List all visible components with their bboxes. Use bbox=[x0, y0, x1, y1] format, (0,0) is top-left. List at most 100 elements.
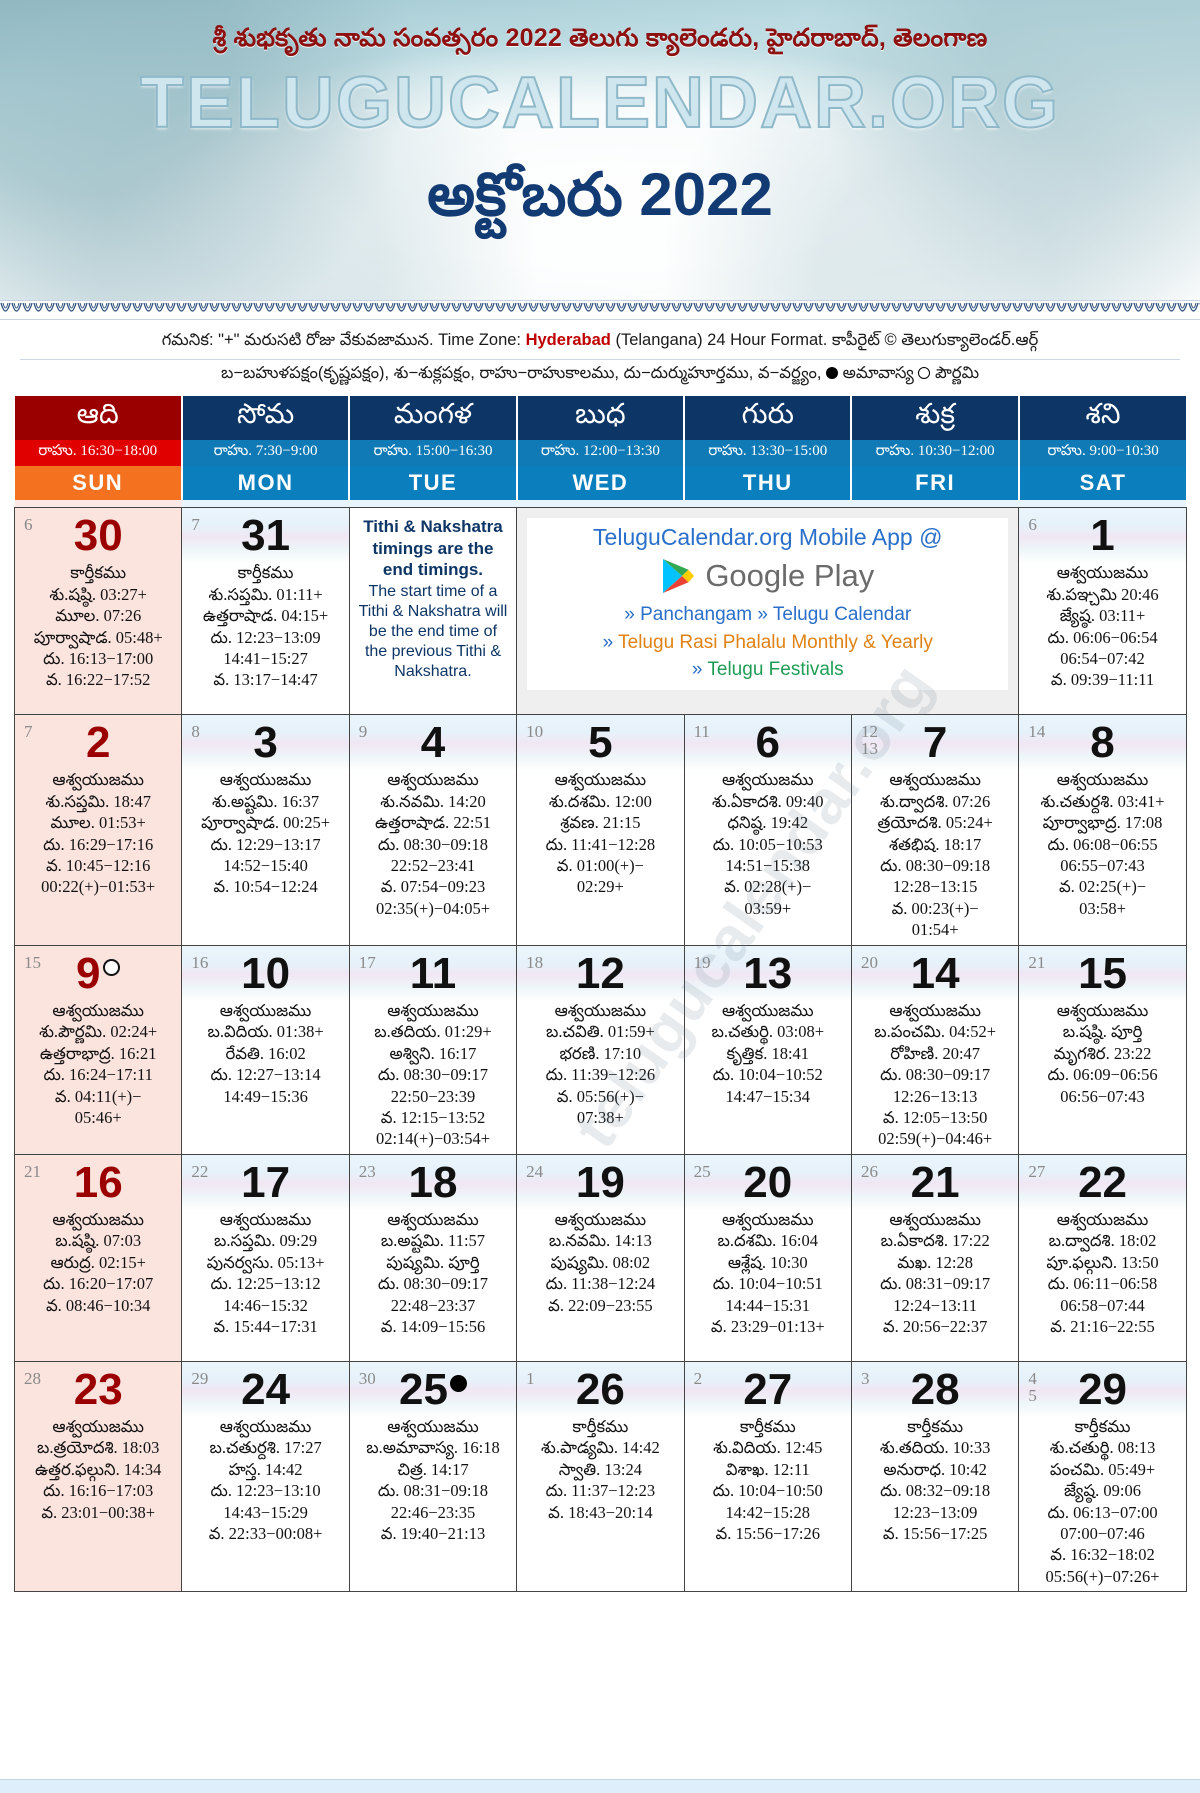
calendar-day-cell[interactable]: 7 2 ఆశ్వయుజము శు.సప్తమి. 18:47 మూల. 01:53+ దు… bbox=[13, 714, 183, 946]
panchangam-line: దు. 08:32−09:18 bbox=[880, 1481, 991, 1501]
calendar-day-cell[interactable]: 28 23 ఆశ్వయుజము బ.త్రయోదశి. 18:03 ఉత్తర.ఫల్గ… bbox=[13, 1360, 183, 1593]
calendar-day-cell[interactable]: 20 14 ఆశ్వయుజము బ.పంచమి. 04:52+ రోహిణి. 20:4… bbox=[850, 944, 1020, 1155]
calendar-day-cell[interactable]: 8 3 ఆశ్వయుజము శు.అష్టమి. 16:37 పూర్వాషాడ. 00… bbox=[181, 714, 350, 946]
calendar-day-cell[interactable]: 27 22 ఆశ్వయుజము బ.ద్వాదశి. 18:02 పూ.ఫల్గుని.… bbox=[1018, 1153, 1187, 1362]
panchangam-details: ఆశ్వయుజము బ.షష్ఠి. పూర్తి మృగశిర. 23:22 దు.… bbox=[1024, 1000, 1180, 1107]
weekday-telugu-sat: శని bbox=[1018, 395, 1187, 440]
link-panchangam[interactable]: Panchangam bbox=[640, 604, 752, 625]
panchangam-line: అశ్విని. 16:17 bbox=[389, 1043, 477, 1063]
panchangam-line: వ. 15:44−17:31 bbox=[213, 1317, 318, 1336]
google-play-label: Google Play bbox=[705, 558, 875, 594]
calendar-day-cell[interactable]: 9 4 ఆశ్వయుజము శు.నవమి. 14:20 ఉత్తరాషాడ. 22:5… bbox=[348, 714, 518, 946]
day-number-row: 61 bbox=[1024, 512, 1180, 564]
day-number-value: 30 bbox=[73, 511, 123, 561]
panchangam-details: కార్తీకము శు.పాడ్యమి. 14:42 స్వాతి. 13:24 ద… bbox=[522, 1416, 678, 1523]
weekday-abbr-thu: THU bbox=[684, 465, 853, 500]
panchangam-line: ఆశ్వయుజము bbox=[52, 1209, 144, 1229]
panchangam-line: భరణి. 17:10 bbox=[559, 1043, 642, 1063]
google-play-badge[interactable]: Google Play bbox=[661, 557, 874, 595]
calendar-day-cell[interactable]: 3 28 కార్తీకము శు.తదియ. 10:33 అనురాధ. 10:42 ద… bbox=[850, 1360, 1020, 1593]
day-number-row: 3 28 bbox=[857, 1364, 1013, 1418]
calendar-day-cell[interactable]: 12 13 7 ఆశ్వయుజము శు.ద్వాదశి. 07:26 త్రయోదశి.… bbox=[850, 714, 1020, 946]
panchangam-line: జ్యేష్ఠ. 03:11+ bbox=[1059, 606, 1146, 626]
panchangam-line: ఆశ్వయుజము bbox=[387, 1416, 479, 1436]
calendar-day-cell[interactable]: 18 12 ఆశ్వయుజము బ.చవితి. 01:59+ భరణి. 17:10 ద… bbox=[516, 944, 685, 1155]
arrow-icon-1: » bbox=[624, 604, 635, 626]
calendar-day-cell[interactable]: 1 26 కార్తీకము శు.పాడ్యమి. 14:42 స్వాతి. 13:… bbox=[516, 1360, 685, 1593]
panchangam-line: 02:14(+)−03:54+ bbox=[375, 1129, 491, 1149]
panchangam-line: పూర్వాషాడ. 05:48+ bbox=[33, 627, 163, 647]
calendar-day-cell[interactable]: 19 13 ఆశ్వయుజము బ.చతుర్థి. 03:08+ కృత్తిక. 1… bbox=[683, 944, 852, 1155]
calendar-day-cell[interactable]: 6 30 కార్తీకము శు.షష్ఠి. 03:27+ మూల. 07:26 పూ… bbox=[13, 507, 183, 716]
calendar-day-cell[interactable]: 23 18 ఆశ్వయుజము బ.అష్టమి. 11:57 పుష్యమి. పూర… bbox=[348, 1153, 518, 1362]
day-number-value: 16 bbox=[73, 1157, 123, 1207]
link-telugu-festivals[interactable]: Telugu Festivals bbox=[707, 659, 843, 680]
panchangam-line: 06:55−07:43 bbox=[1060, 856, 1145, 875]
link-rasi-phalalu[interactable]: Telugu Rasi Phalalu Monthly & Yearly bbox=[618, 632, 933, 653]
calendar-day-cell[interactable]: 22 17 ఆశ్వయుజము బ.సప్తమి. 09:29 పునర్వసు. 05… bbox=[181, 1153, 350, 1362]
panchangam-line: పుష్యమి. పూర్తి bbox=[386, 1252, 480, 1272]
weekday-telugu-row: ఆది సోమ మంగళ బుధ గురు శుక్ర శని bbox=[14, 395, 1187, 440]
day-number-value: 28 bbox=[910, 1364, 960, 1414]
panchangam-details: ఆశ్వయుజము శు.పౌర్ణమి. 02:24+ ఉత్తరాభాద్ర. … bbox=[20, 1000, 176, 1129]
mobile-app-promo-cell[interactable]: TeluguCalendar.org Mobile App @ Google Pl… bbox=[516, 507, 1020, 716]
panchangam-line: బ.నవమి. 14:13 bbox=[548, 1231, 652, 1251]
weekday-abbr-sat: SAT bbox=[1018, 465, 1187, 500]
panchangam-line: విశాఖ. 12:11 bbox=[725, 1459, 810, 1479]
rahukalam-fri: రాహు. 10:30−12:00 bbox=[851, 439, 1020, 466]
calendar-day-cell[interactable]: 7 31 కార్తీకము శు.సప్తమి. 01:11+ ఉత్తరాషాడ. … bbox=[181, 507, 350, 716]
google-play-icon bbox=[663, 559, 695, 594]
day-number-value: 21 bbox=[910, 1157, 960, 1207]
panchangam-line: వ. 10:54−12:24 bbox=[213, 877, 318, 897]
calendar-day-cell[interactable]: 11 6 ఆశ్వయుజము శు.ఏకాదశి. 09:40 ధనిష్ఠ. 19:4… bbox=[683, 714, 852, 946]
calendar-day-cell[interactable]: 2 27 కార్తీకము శు.విదియ. 12:45 విశాఖ. 12:11 ద… bbox=[683, 1360, 852, 1593]
panchangam-line: దు. 12:23−13:10 bbox=[210, 1481, 321, 1501]
calendar-day-cell[interactable]: 29 24 ఆశ్వయుజము బ.చతుర్దశి. 17:27 హస్త. 14:4… bbox=[181, 1360, 350, 1593]
timezone-note: గమనిక: "+" మరుసటి రోజు వేకువజామున. Time … bbox=[0, 328, 1200, 353]
calendar-day-cell[interactable]: 6 1 ఆశ్వయుజము శు.పఞ్చమి 20:46 జ్యేష్ఠ. 03:11… bbox=[1018, 507, 1187, 716]
panchangam-details: ఆశ్వయుజము శు.నవమి. 14:20 ఉత్తరాషాడ. 22:51 ద… bbox=[355, 769, 511, 919]
link-telugu-calendar[interactable]: Telugu Calendar bbox=[773, 604, 911, 625]
panchangam-line: వ. 13:17−14:47 bbox=[213, 670, 318, 690]
calendar-day-cell[interactable]: 30 25 ఆశ్వయుజము బ.అమావాస్య. 16:18 చిత్ర. 14:… bbox=[348, 1360, 518, 1593]
calendar-day-cell[interactable]: 10 5 ఆశ్వయుజము శు.దశమి. 12:00 శ్రవణ. 21:15 దు… bbox=[516, 714, 685, 946]
panchangam-line: మూల. 01:53+ bbox=[50, 813, 146, 833]
day-number-row: 1 26 bbox=[522, 1366, 678, 1418]
panchangam-line: 14:47−15:34 bbox=[725, 1086, 810, 1106]
panchangam-line: శు.పౌర్ణమి. 02:24+ bbox=[39, 1022, 158, 1042]
calendar-day-cell[interactable]: 21 16 ఆశ్వయుజము బ.షష్ఠి. 07:03 ఆరుద్ర. 02:15… bbox=[13, 1153, 183, 1362]
calendar-day-cell[interactable]: 15 9 ఆశ్వయుజము శు.పౌర్ణమి. 02:24+ ఉత్తరాభాద్… bbox=[13, 944, 183, 1155]
day-number-value: 24 bbox=[241, 1364, 291, 1414]
panchangam-line: బ.అష్టమి. 11:57 bbox=[380, 1231, 486, 1251]
panchangam-line: 03:59+ bbox=[744, 898, 792, 918]
gregorian-day-number: 12 bbox=[522, 949, 678, 998]
gregorian-day-number: 26 bbox=[522, 1366, 678, 1414]
new-moon-icon bbox=[449, 1374, 467, 1392]
panchangam-line: బ.ఏకాదశి. 17:22 bbox=[880, 1231, 990, 1251]
calendar-day-cell[interactable]: 17 11 ఆశ్వయుజము బ.తదియ. 01:29+ అశ్విని. 16:1… bbox=[348, 944, 518, 1155]
panchangam-details: ఆశ్వయుజము బ.చవితి. 01:59+ భరణి. 17:10 దు. 1… bbox=[522, 1000, 678, 1129]
panchangam-details: ఆశ్వయుజము శు.ద్వాదశి. 07:26 త్రయోదశి. 05:2… bbox=[857, 769, 1013, 941]
panchangam-line: ఆశ్వయుజము bbox=[387, 1000, 479, 1020]
day-number-value: 2 bbox=[85, 718, 111, 768]
decorative-divider bbox=[0, 300, 1200, 320]
calendar-day-cell[interactable]: 26 21 ఆశ్వయుజము బ.ఏకాదశి. 17:22 మఖ. 12:28 దు.… bbox=[850, 1153, 1020, 1362]
calendar-day-cell[interactable]: 14 8 ఆశ్వయుజము శు.చతుర్దశి. 03:41+ పూర్వాభాద… bbox=[1018, 714, 1187, 946]
day-number-row: 2 27 bbox=[690, 1366, 846, 1418]
weekday-telugu-thu: గురు bbox=[684, 395, 853, 440]
calendar-day-cell[interactable]: 4 5 29 కార్తీకము శు.చతుర్థి. 08:13 పంచమి. 05:… bbox=[1018, 1360, 1187, 1593]
day-number-row: 4 5 29 bbox=[1024, 1366, 1180, 1418]
day-number-row: 25 20 bbox=[690, 1159, 846, 1211]
panchangam-line: 22:48−23:37 bbox=[390, 1295, 476, 1315]
calendar-day-cell[interactable]: 24 19 ఆశ్వయుజము బ.నవమి. 14:13 పుష్యమి. 08:02… bbox=[516, 1153, 685, 1362]
calendar-day-cell[interactable]: 21 15 ఆశ్వయుజము బ.షష్ఠి. పూర్తి మృగశిర. 23:2… bbox=[1018, 944, 1187, 1155]
calendar-day-cell[interactable]: 16 10 ఆశ్వయుజము బ.విదియ. 01:38+ రేవతి. 16:02… bbox=[181, 944, 350, 1155]
panchangam-line: వ. 22:33−00:08+ bbox=[208, 1524, 323, 1543]
panchangam-line: దు. 12:29−13:17 bbox=[210, 834, 321, 854]
panchangam-line: ఆశ్వయుజము bbox=[52, 1000, 144, 1020]
calendar-day-cell[interactable]: 25 20 ఆశ్వయుజము బ.దశమి. 16:04 ఆశ్లేష. 10:30 ద… bbox=[683, 1153, 852, 1362]
panchangam-line: దు. 08:31−09:18 bbox=[377, 1481, 489, 1501]
panchangam-details: కార్తీకము శు.విదియ. 12:45 విశాఖ. 12:11 దు. … bbox=[690, 1416, 846, 1545]
panchangam-line: దు. 06:06−06:54 bbox=[1047, 627, 1158, 647]
gregorian-day-number: 21 bbox=[857, 1159, 1013, 1207]
